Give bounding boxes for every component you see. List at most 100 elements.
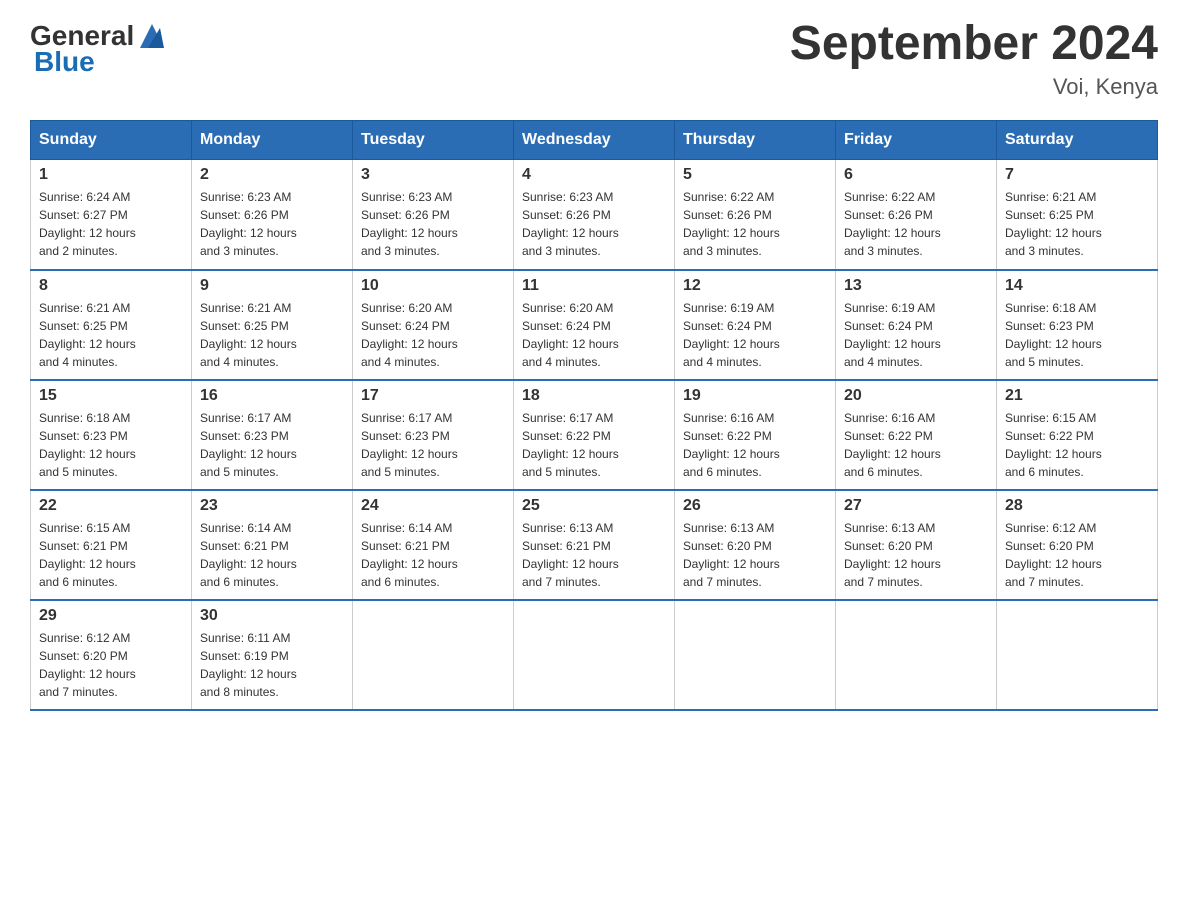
calendar-cell: 27 Sunrise: 6:13 AMSunset: 6:20 PMDayligh… xyxy=(836,490,997,600)
day-number: 24 xyxy=(361,497,505,515)
calendar-cell: 13 Sunrise: 6:19 AMSunset: 6:24 PMDayligh… xyxy=(836,270,997,380)
day-info: Sunrise: 6:18 AMSunset: 6:23 PMDaylight:… xyxy=(39,409,183,481)
calendar-row: 22 Sunrise: 6:15 AMSunset: 6:21 PMDayligh… xyxy=(31,490,1158,600)
day-info: Sunrise: 6:19 AMSunset: 6:24 PMDaylight:… xyxy=(683,299,827,371)
day-header-saturday: Saturday xyxy=(997,121,1158,160)
day-info: Sunrise: 6:13 AMSunset: 6:20 PMDaylight:… xyxy=(683,519,827,591)
day-number: 19 xyxy=(683,387,827,405)
calendar-cell: 19 Sunrise: 6:16 AMSunset: 6:22 PMDayligh… xyxy=(675,380,836,490)
calendar-cell: 29Sunrise: 6:12 AMSunset: 6:20 PMDayligh… xyxy=(31,600,192,710)
day-info: Sunrise: 6:18 AMSunset: 6:23 PMDaylight:… xyxy=(1005,299,1149,371)
day-header-friday: Friday xyxy=(836,121,997,160)
day-info: Sunrise: 6:11 AMSunset: 6:19 PMDaylight:… xyxy=(200,629,344,701)
day-number: 16 xyxy=(200,387,344,405)
calendar-cell: 24 Sunrise: 6:14 AMSunset: 6:21 PMDayligh… xyxy=(353,490,514,600)
calendar-cell xyxy=(836,600,997,710)
day-info: Sunrise: 6:16 AMSunset: 6:22 PMDaylight:… xyxy=(844,409,988,481)
calendar-cell: 20 Sunrise: 6:16 AMSunset: 6:22 PMDayligh… xyxy=(836,380,997,490)
calendar-cell: 28 Sunrise: 6:12 AMSunset: 6:20 PMDayligh… xyxy=(997,490,1158,600)
day-number: 18 xyxy=(522,387,666,405)
calendar-cell xyxy=(514,600,675,710)
day-info: Sunrise: 6:20 AMSunset: 6:24 PMDaylight:… xyxy=(361,299,505,371)
day-number: 6 xyxy=(844,166,988,184)
day-number: 27 xyxy=(844,497,988,515)
calendar-row: 1 Sunrise: 6:24 AMSunset: 6:27 PMDaylight… xyxy=(31,160,1158,270)
day-info: Sunrise: 6:21 AMSunset: 6:25 PMDaylight:… xyxy=(200,299,344,371)
calendar-cell: 10Sunrise: 6:20 AMSunset: 6:24 PMDayligh… xyxy=(353,270,514,380)
day-header-sunday: Sunday xyxy=(31,121,192,160)
calendar-cell: 2 Sunrise: 6:23 AMSunset: 6:26 PMDaylight… xyxy=(192,160,353,270)
calendar-cell: 7Sunrise: 6:21 AMSunset: 6:25 PMDaylight… xyxy=(997,160,1158,270)
calendar-cell: 6 Sunrise: 6:22 AMSunset: 6:26 PMDaylight… xyxy=(836,160,997,270)
day-info: Sunrise: 6:17 AMSunset: 6:23 PMDaylight:… xyxy=(200,409,344,481)
day-info: Sunrise: 6:23 AMSunset: 6:26 PMDaylight:… xyxy=(522,188,666,260)
day-number: 4 xyxy=(522,166,666,184)
day-number: 22 xyxy=(39,497,183,515)
day-info: Sunrise: 6:15 AMSunset: 6:22 PMDaylight:… xyxy=(1005,409,1149,481)
calendar-cell: 14 Sunrise: 6:18 AMSunset: 6:23 PMDayligh… xyxy=(997,270,1158,380)
calendar-table: SundayMondayTuesdayWednesdayThursdayFrid… xyxy=(30,120,1158,711)
day-info: Sunrise: 6:21 AMSunset: 6:25 PMDaylight:… xyxy=(39,299,183,371)
calendar-cell xyxy=(997,600,1158,710)
day-header-tuesday: Tuesday xyxy=(353,121,514,160)
calendar-cell: 5 Sunrise: 6:22 AMSunset: 6:26 PMDaylight… xyxy=(675,160,836,270)
day-info: Sunrise: 6:14 AMSunset: 6:21 PMDaylight:… xyxy=(361,519,505,591)
day-header-thursday: Thursday xyxy=(675,121,836,160)
day-number: 7 xyxy=(1005,166,1149,184)
day-info: Sunrise: 6:19 AMSunset: 6:24 PMDaylight:… xyxy=(844,299,988,371)
day-number: 28 xyxy=(1005,497,1149,515)
day-number: 13 xyxy=(844,277,988,295)
day-number: 26 xyxy=(683,497,827,515)
calendar-cell: 12 Sunrise: 6:19 AMSunset: 6:24 PMDayligh… xyxy=(675,270,836,380)
day-number: 2 xyxy=(200,166,344,184)
day-number: 14 xyxy=(1005,277,1149,295)
logo: General Blue xyxy=(30,20,168,78)
day-info: Sunrise: 6:22 AMSunset: 6:26 PMDaylight:… xyxy=(683,188,827,260)
day-info: Sunrise: 6:17 AMSunset: 6:23 PMDaylight:… xyxy=(361,409,505,481)
day-number: 8 xyxy=(39,277,183,295)
day-info: Sunrise: 6:23 AMSunset: 6:26 PMDaylight:… xyxy=(361,188,505,260)
logo-blue-text: Blue xyxy=(34,46,95,78)
calendar-row: 29Sunrise: 6:12 AMSunset: 6:20 PMDayligh… xyxy=(31,600,1158,710)
calendar-cell: 1 Sunrise: 6:24 AMSunset: 6:27 PMDaylight… xyxy=(31,160,192,270)
day-number: 21 xyxy=(1005,387,1149,405)
day-number: 23 xyxy=(200,497,344,515)
calendar-cell: 8 Sunrise: 6:21 AMSunset: 6:25 PMDaylight… xyxy=(31,270,192,380)
day-number: 9 xyxy=(200,277,344,295)
logo-icon xyxy=(136,20,168,52)
day-number: 11 xyxy=(522,277,666,295)
day-header-monday: Monday xyxy=(192,121,353,160)
day-info: Sunrise: 6:15 AMSunset: 6:21 PMDaylight:… xyxy=(39,519,183,591)
day-number: 5 xyxy=(683,166,827,184)
day-header-wednesday: Wednesday xyxy=(514,121,675,160)
calendar-cell: 3Sunrise: 6:23 AMSunset: 6:26 PMDaylight… xyxy=(353,160,514,270)
day-number: 1 xyxy=(39,166,183,184)
day-info: Sunrise: 6:24 AMSunset: 6:27 PMDaylight:… xyxy=(39,188,183,260)
day-info: Sunrise: 6:13 AMSunset: 6:20 PMDaylight:… xyxy=(844,519,988,591)
day-info: Sunrise: 6:22 AMSunset: 6:26 PMDaylight:… xyxy=(844,188,988,260)
calendar-subtitle: Voi, Kenya xyxy=(790,74,1158,100)
calendar-cell: 4 Sunrise: 6:23 AMSunset: 6:26 PMDaylight… xyxy=(514,160,675,270)
calendar-cell: 16 Sunrise: 6:17 AMSunset: 6:23 PMDayligh… xyxy=(192,380,353,490)
day-info: Sunrise: 6:16 AMSunset: 6:22 PMDaylight:… xyxy=(683,409,827,481)
calendar-cell: 23Sunrise: 6:14 AMSunset: 6:21 PMDayligh… xyxy=(192,490,353,600)
day-info: Sunrise: 6:13 AMSunset: 6:21 PMDaylight:… xyxy=(522,519,666,591)
calendar-cell xyxy=(675,600,836,710)
day-info: Sunrise: 6:23 AMSunset: 6:26 PMDaylight:… xyxy=(200,188,344,260)
calendar-cell: 21 Sunrise: 6:15 AMSunset: 6:22 PMDayligh… xyxy=(997,380,1158,490)
day-number: 25 xyxy=(522,497,666,515)
day-info: Sunrise: 6:20 AMSunset: 6:24 PMDaylight:… xyxy=(522,299,666,371)
calendar-cell: 22 Sunrise: 6:15 AMSunset: 6:21 PMDayligh… xyxy=(31,490,192,600)
calendar-cell xyxy=(353,600,514,710)
calendar-cell: 9 Sunrise: 6:21 AMSunset: 6:25 PMDaylight… xyxy=(192,270,353,380)
calendar-title: September 2024 xyxy=(790,20,1158,68)
calendar-cell: 18Sunrise: 6:17 AMSunset: 6:22 PMDayligh… xyxy=(514,380,675,490)
day-number: 29 xyxy=(39,607,183,625)
day-number: 20 xyxy=(844,387,988,405)
page-header: General Blue September 2024 Voi, Kenya xyxy=(30,20,1158,100)
day-number: 15 xyxy=(39,387,183,405)
calendar-cell: 26 Sunrise: 6:13 AMSunset: 6:20 PMDayligh… xyxy=(675,490,836,600)
calendar-row: 15 Sunrise: 6:18 AMSunset: 6:23 PMDayligh… xyxy=(31,380,1158,490)
day-number: 12 xyxy=(683,277,827,295)
day-info: Sunrise: 6:12 AMSunset: 6:20 PMDaylight:… xyxy=(1005,519,1149,591)
